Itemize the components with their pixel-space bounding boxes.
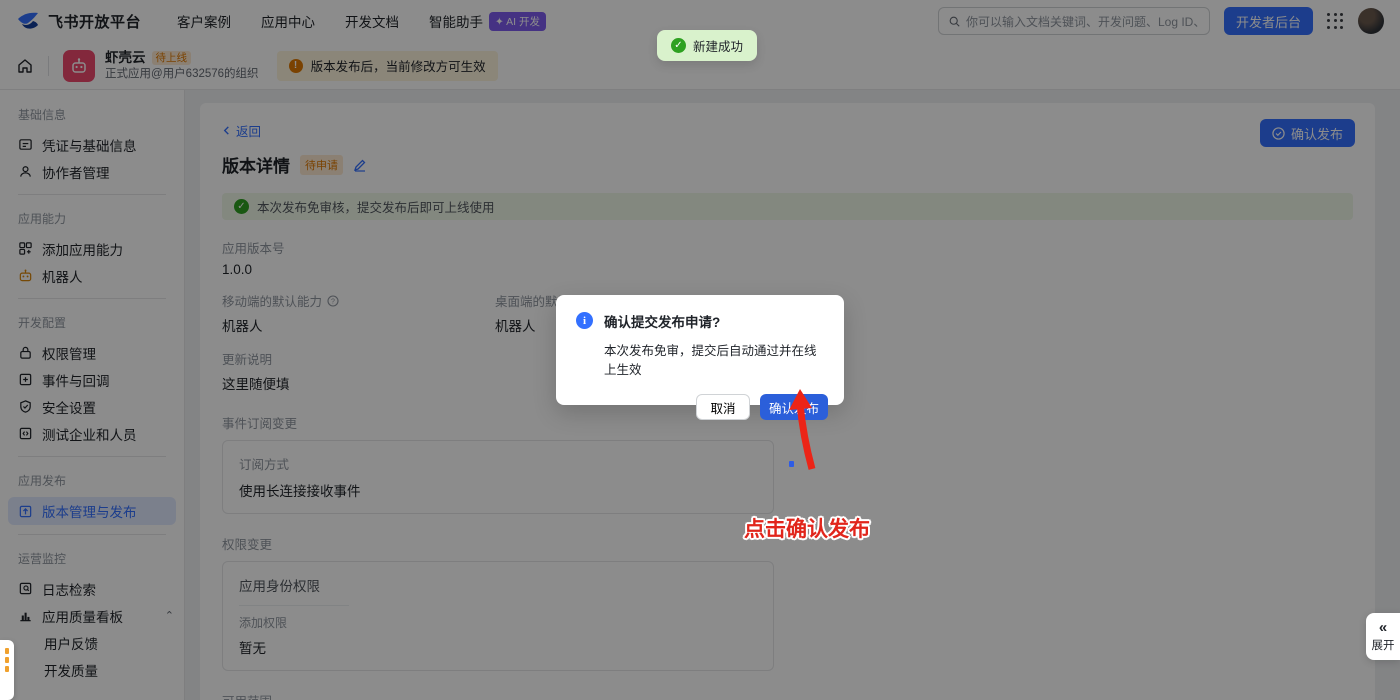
blue-dot — [789, 461, 794, 467]
red-arrow-annotation — [786, 389, 828, 471]
info-icon: i — [576, 312, 593, 329]
annotation-text: 点击确认发布 — [744, 513, 870, 543]
feishu-open-platform-page: 飞书开放平台 客户案例 应用中心 开发文档 智能助手 ✦ AI 开发 你可以输入… — [0, 0, 1400, 700]
success-toast: ✓ 新建成功 — [657, 30, 757, 61]
double-chevron-left-icon: « — [1379, 620, 1387, 635]
expand-label: 展开 — [1372, 637, 1395, 653]
cancel-button[interactable]: 取消 — [696, 394, 750, 420]
dialog-body: 本次发布免审，提交后自动通过并在线上生效 — [604, 340, 828, 378]
left-floating-tab[interactable] — [0, 640, 14, 700]
expand-panel-button[interactable]: « 展开 — [1366, 613, 1400, 660]
check-circle-icon: ✓ — [671, 38, 686, 53]
toast-text: 新建成功 — [693, 36, 743, 55]
dialog-title: 确认提交发布申请? — [604, 311, 828, 331]
